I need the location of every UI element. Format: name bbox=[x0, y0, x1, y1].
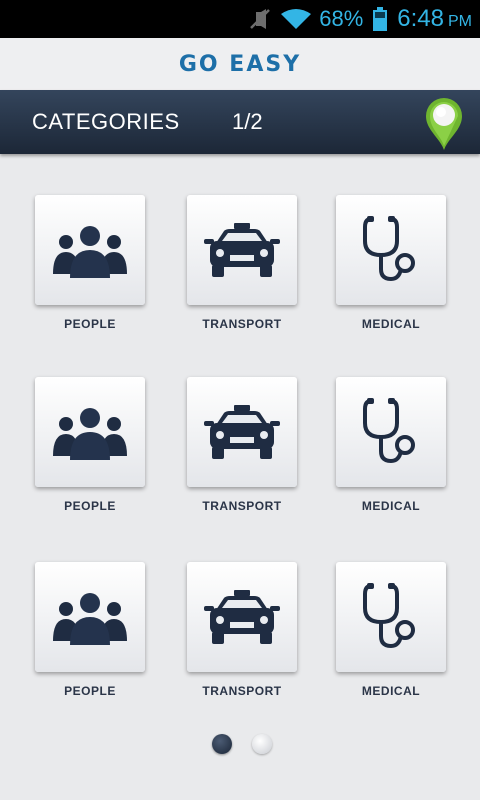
battery-icon bbox=[373, 7, 388, 31]
tile-label: PEOPLE bbox=[64, 317, 116, 331]
app-header: GO EASY bbox=[0, 38, 480, 90]
clock-time: 6:48 bbox=[397, 5, 444, 32]
tile-label: TRANSPORT bbox=[202, 499, 282, 513]
app-title: GO EASY bbox=[178, 51, 302, 77]
tile-button[interactable] bbox=[187, 195, 297, 305]
tile-button[interactable] bbox=[187, 377, 297, 487]
battery-percent: 68% bbox=[319, 6, 364, 31]
taxi-icon bbox=[204, 590, 280, 644]
people-icon bbox=[53, 226, 127, 278]
page-dot-active[interactable] bbox=[212, 734, 232, 754]
wifi-icon bbox=[281, 8, 312, 30]
people-icon bbox=[53, 593, 127, 645]
tile-medical[interactable]: MEDICAL bbox=[336, 377, 446, 513]
taxi-icon bbox=[204, 223, 280, 277]
tile-people[interactable]: PEOPLE bbox=[35, 195, 145, 331]
tile-medical[interactable]: MEDICAL bbox=[336, 195, 446, 331]
tile-label: TRANSPORT bbox=[202, 684, 282, 698]
tile-transport[interactable]: TRANSPORT bbox=[187, 377, 297, 513]
tile-button[interactable] bbox=[187, 562, 297, 672]
categories-bar: CATEGORIES 1/2 bbox=[0, 90, 480, 154]
tile-people[interactable]: PEOPLE bbox=[35, 377, 145, 513]
location-pin-icon[interactable] bbox=[424, 96, 464, 152]
tile-people[interactable]: PEOPLE bbox=[35, 562, 145, 698]
stethoscope-icon bbox=[363, 398, 415, 464]
tile-label: MEDICAL bbox=[361, 317, 421, 331]
tile-transport[interactable]: TRANSPORT bbox=[187, 562, 297, 698]
tile-medical[interactable]: MEDICAL bbox=[336, 562, 446, 698]
tile-button[interactable] bbox=[336, 562, 446, 672]
tile-label: MEDICAL bbox=[361, 499, 421, 513]
tile-label: TRANSPORT bbox=[202, 317, 282, 331]
clock-ampm: PM bbox=[448, 13, 472, 30]
page-indicator-text: 1/2 bbox=[232, 109, 263, 134]
tile-label: PEOPLE bbox=[64, 684, 116, 698]
page-dots bbox=[212, 734, 292, 754]
status-bar: 68% 6:48 PM bbox=[0, 0, 480, 38]
tile-button[interactable] bbox=[336, 195, 446, 305]
tile-button[interactable] bbox=[35, 562, 145, 672]
mute-icon bbox=[249, 8, 271, 30]
tile-transport[interactable]: TRANSPORT bbox=[187, 195, 297, 331]
tile-button[interactable] bbox=[35, 195, 145, 305]
tile-button[interactable] bbox=[35, 377, 145, 487]
stethoscope-icon bbox=[363, 583, 415, 649]
people-icon bbox=[53, 408, 127, 460]
tile-button[interactable] bbox=[336, 377, 446, 487]
tile-label: MEDICAL bbox=[361, 684, 421, 698]
page-dot-inactive[interactable] bbox=[252, 734, 272, 754]
stethoscope-icon bbox=[363, 216, 415, 282]
categories-title: CATEGORIES bbox=[32, 109, 180, 134]
tile-label: PEOPLE bbox=[64, 499, 116, 513]
status-clock: 6:48 PM bbox=[397, 5, 472, 33]
taxi-icon bbox=[204, 405, 280, 459]
